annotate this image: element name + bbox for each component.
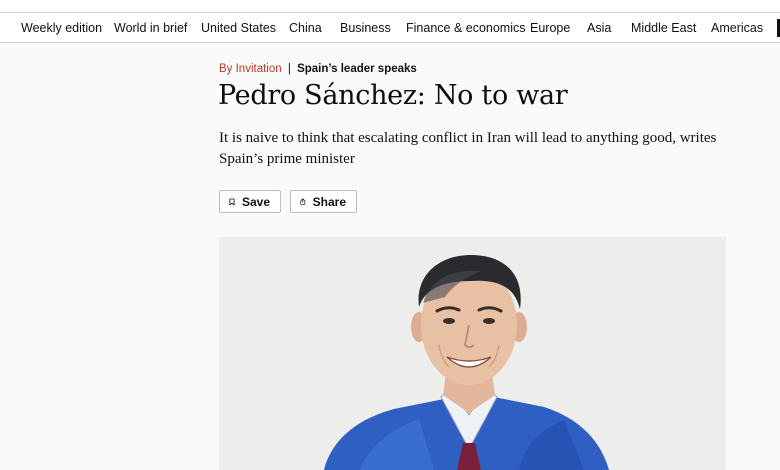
nav-asia[interactable]: Asia xyxy=(587,21,611,35)
rubric-separator: | xyxy=(287,63,291,75)
nav-weekly-edition[interactable]: Weekly edition xyxy=(21,21,102,35)
nav-china[interactable]: China xyxy=(289,21,322,35)
nav-finance-economics[interactable]: Finance & economics xyxy=(406,21,526,35)
portrait-illustration xyxy=(324,255,609,470)
nav-united-states[interactable]: United States xyxy=(201,21,276,35)
headline: Pedro Sánchez: No to war xyxy=(218,80,568,111)
save-button[interactable]: Save xyxy=(219,190,281,213)
article-rubric: By Invitation | Spain’s leader speaks xyxy=(219,63,417,75)
nav-middle-east[interactable]: Middle East xyxy=(631,21,696,35)
nav-europe[interactable]: Europe xyxy=(530,21,570,35)
rubric-label[interactable]: By Invitation xyxy=(219,63,282,75)
share-label: Share xyxy=(312,194,346,209)
share-button[interactable]: Share xyxy=(290,190,357,213)
section-nav: Weekly edition World in brief United Sta… xyxy=(0,13,780,43)
bookmark-icon xyxy=(229,198,235,205)
nav-business[interactable]: Business xyxy=(340,21,391,35)
nav-world-in-brief[interactable]: World in brief xyxy=(114,21,187,35)
rubric-topic: Spain’s leader speaks xyxy=(297,63,417,75)
share-icon xyxy=(300,198,306,205)
nav-americas[interactable]: Americas xyxy=(711,21,763,35)
standfirst: It is naive to think that escalating con… xyxy=(219,130,717,167)
article-illustration xyxy=(219,237,726,470)
save-label: Save xyxy=(241,194,270,209)
top-strip xyxy=(0,0,780,13)
